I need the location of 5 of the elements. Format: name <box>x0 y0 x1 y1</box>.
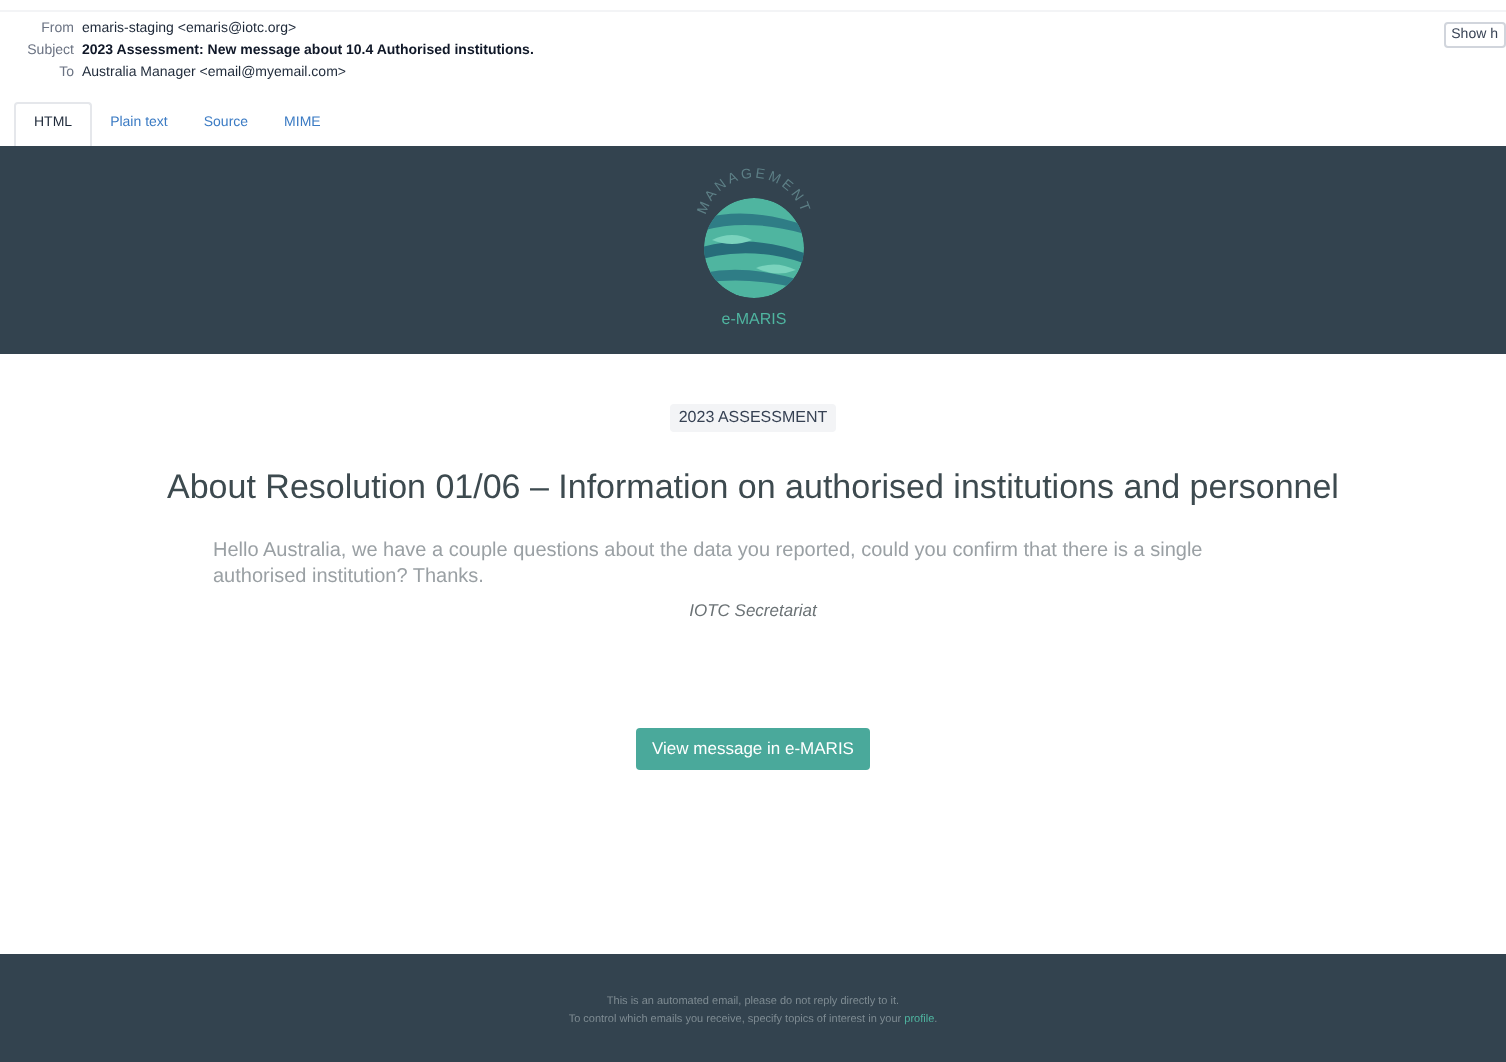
assessment-badge: 2023 ASSESSMENT <box>670 404 836 432</box>
view-message-button[interactable]: View message in e-MARIS <box>636 728 870 770</box>
message-title: About Resolution 01/06 – Information on authorised institutions and personnel <box>167 466 1339 510</box>
message-text: Hello Australia, we have a couple questions about the data you reported, could you confirm that there is a single authorised institution? Thanks. <box>213 538 1205 590</box>
signature: IOTC Secretariat <box>687 600 820 622</box>
